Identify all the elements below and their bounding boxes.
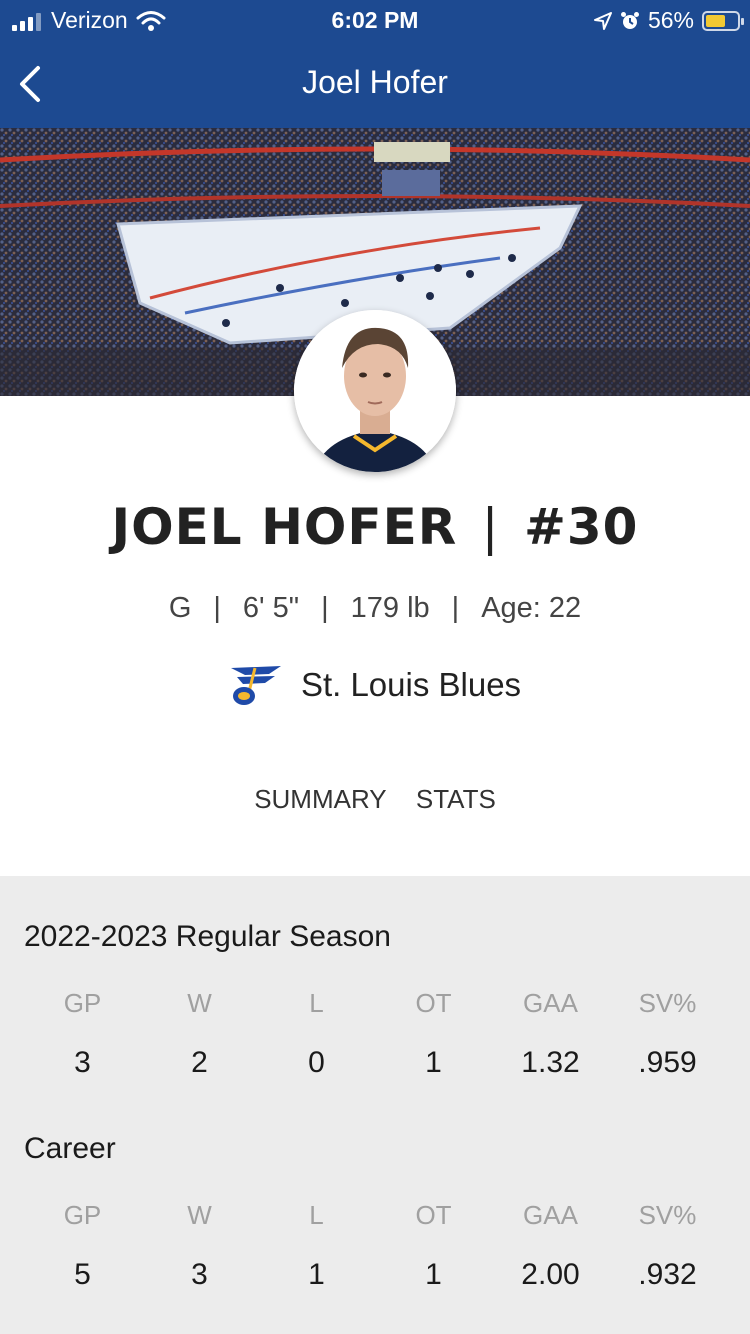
value-w: 3: [191, 1258, 208, 1291]
value-gp: 5: [74, 1258, 91, 1291]
team-row[interactable]: St. Louis Blues: [0, 662, 750, 708]
player-number: #30: [523, 498, 639, 556]
value-gaa: 2.00: [521, 1258, 580, 1291]
tab-bar: SUMMARY STATS: [0, 784, 750, 815]
name-divider: |: [481, 498, 500, 556]
value-gaa: 1.32: [521, 1046, 580, 1079]
alarm-icon: [620, 11, 639, 29]
player-name: JOEL HOFER: [111, 498, 458, 556]
team-name: St. Louis Blues: [300, 666, 522, 703]
player-weight: 179 lb: [350, 592, 430, 624]
regular-season-values-row: 3 2 0 1 1.32 .959: [24, 1046, 726, 1080]
value-ot: 1: [425, 1046, 442, 1079]
header-gaa: GAA: [523, 988, 578, 1018]
regular-season-header-row: GP W L OT GAA SV%: [24, 988, 726, 1019]
player-height: 6' 5": [242, 592, 300, 624]
blues-logo-icon: [230, 666, 281, 705]
header-ot: OT: [415, 988, 452, 1018]
stats-panel: 2022-2023 Regular Season GP W L OT GAA S…: [0, 876, 750, 1334]
value-l: 0: [308, 1046, 325, 1079]
player-name-heading: JOEL HOFER | #30: [0, 498, 750, 556]
header-svpct: SV%: [638, 988, 697, 1018]
player-position: G: [168, 592, 192, 624]
header-l: L: [309, 1200, 324, 1230]
career-values-row: 5 3 1 1 2.00 .932: [24, 1258, 726, 1292]
player-headshot: [294, 310, 456, 472]
header-gp: GP: [63, 1200, 102, 1230]
status-right: 56%: [593, 7, 744, 34]
nav-bar: Joel Hofer: [0, 40, 750, 128]
value-svpct: .932: [638, 1258, 697, 1291]
header-w: W: [187, 988, 212, 1018]
tab-summary[interactable]: SUMMARY: [254, 784, 386, 814]
status-bar: Verizon 6:02 PM 56%: [0, 0, 750, 40]
header-w: W: [187, 1200, 212, 1230]
player-age: Age: 22: [481, 592, 582, 624]
career-header-row: GP W L OT GAA SV%: [24, 1200, 726, 1231]
battery-percent: 56%: [647, 7, 694, 33]
location-icon: [593, 11, 612, 30]
tab-stats[interactable]: STATS: [416, 784, 496, 814]
value-w: 2: [191, 1046, 208, 1079]
career-title: Career: [24, 1132, 116, 1165]
header-ot: OT: [415, 1200, 452, 1230]
value-gp: 3: [74, 1046, 91, 1079]
battery-icon: [702, 10, 744, 31]
value-ot: 1: [425, 1258, 442, 1291]
page-title: Joel Hofer: [302, 64, 448, 100]
header-svpct: SV%: [638, 1200, 697, 1230]
header-l: L: [309, 988, 324, 1018]
header-gp: GP: [63, 988, 102, 1018]
value-l: 1: [308, 1258, 325, 1291]
value-svpct: .959: [638, 1046, 697, 1079]
header-gaa: GAA: [523, 1200, 578, 1230]
regular-season-title: 2022-2023 Regular Season: [24, 920, 391, 953]
player-bio-line: G | 6' 5" | 179 lb | Age: 22: [168, 592, 582, 624]
